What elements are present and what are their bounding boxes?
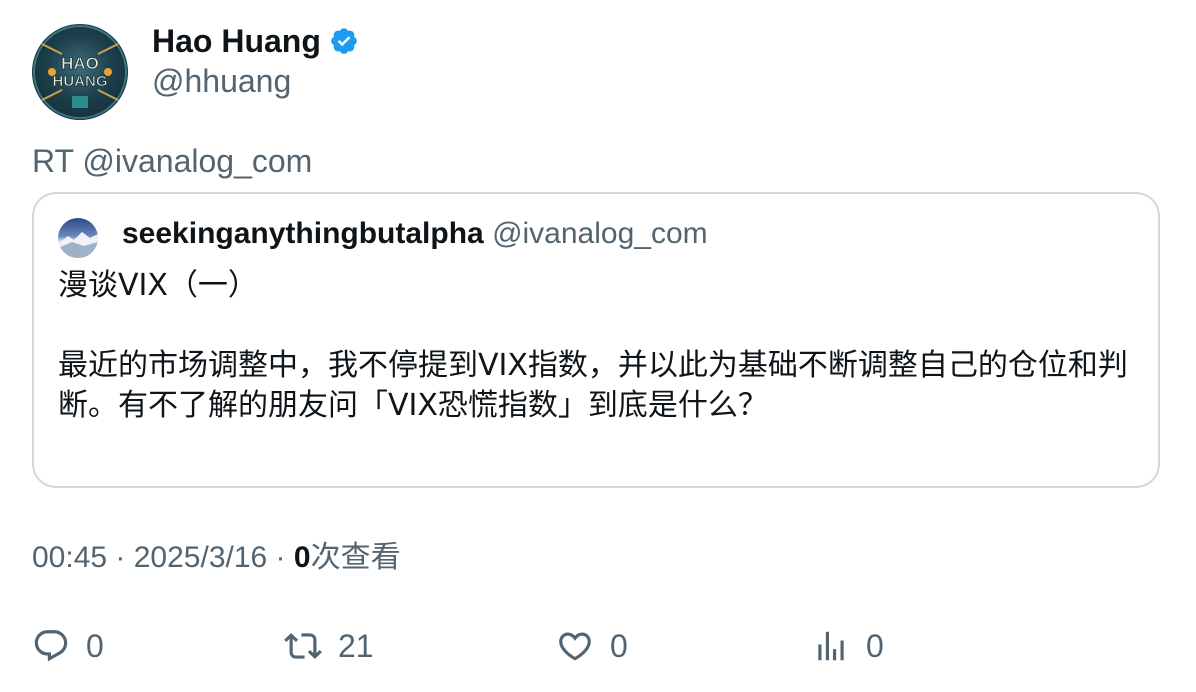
tweet-time[interactable]: 00:45: [32, 541, 107, 574]
tweet-date[interactable]: 2025/3/16: [134, 541, 267, 574]
author-handle[interactable]: @hhuang: [152, 62, 291, 100]
retweet-icon: [284, 633, 322, 659]
views-button[interactable]: 0: [812, 624, 884, 668]
reply-icon: [34, 630, 68, 662]
views-count: 0: [293, 541, 311, 574]
tweet-meta: 00:45 · 2025/3/16 · 0次查看: [32, 538, 401, 578]
verified-badge-icon: [331, 28, 357, 54]
quoted-tweet-card[interactable]: seekinganythingbutalpha @ivanalog_com 漫谈…: [32, 192, 1160, 488]
author-avatar[interactable]: HAO HUANG: [32, 24, 128, 120]
views-chart-icon: [818, 631, 844, 661]
avatar-text-line2: HUANG: [53, 73, 108, 90]
quoted-text: 漫谈VIX（一） 最近的市场调整中，我不停提到VIX指数，并以此为基础不断调整自…: [58, 266, 1148, 426]
quoted-author-avatar[interactable]: [58, 218, 98, 258]
reply-button[interactable]: 0: [32, 624, 104, 668]
views-action-count: 0: [866, 627, 884, 664]
quoted-header: seekinganythingbutalpha @ivanalog_com: [122, 216, 708, 252]
author-name-text: Hao Huang: [152, 23, 321, 59]
quoted-title: 漫谈VIX（一）: [58, 268, 258, 303]
heart-icon: [559, 632, 591, 661]
views-label: 次查看: [310, 541, 401, 574]
meta-separator: ·: [267, 541, 294, 574]
author-name[interactable]: Hao Huang: [152, 22, 359, 60]
retweet-count: 21: [338, 627, 374, 664]
like-button[interactable]: 0: [556, 624, 628, 668]
meta-separator: ·: [107, 541, 134, 574]
reply-count: 0: [86, 627, 104, 664]
quoted-author-name[interactable]: seekinganythingbutalpha: [122, 217, 484, 250]
retweet-button[interactable]: 21: [284, 624, 374, 668]
tweet: HAO HUANG Hao Huang @hhuang RT @ivanalog…: [0, 0, 1196, 692]
retweet-line: RT @ivanalog_com: [32, 143, 313, 179]
avatar-image: HAO HUANG: [33, 25, 127, 119]
quoted-author-handle[interactable]: @ivanalog_com: [492, 217, 708, 250]
quoted-body: 最近的市场调整中，我不停提到VIX指数，并以此为基础不断调整自己的仓位和判断。有…: [58, 348, 1128, 423]
quoted-avatar-image: [58, 232, 98, 258]
avatar-text-line1: HAO: [61, 54, 99, 73]
like-count: 0: [610, 627, 628, 664]
